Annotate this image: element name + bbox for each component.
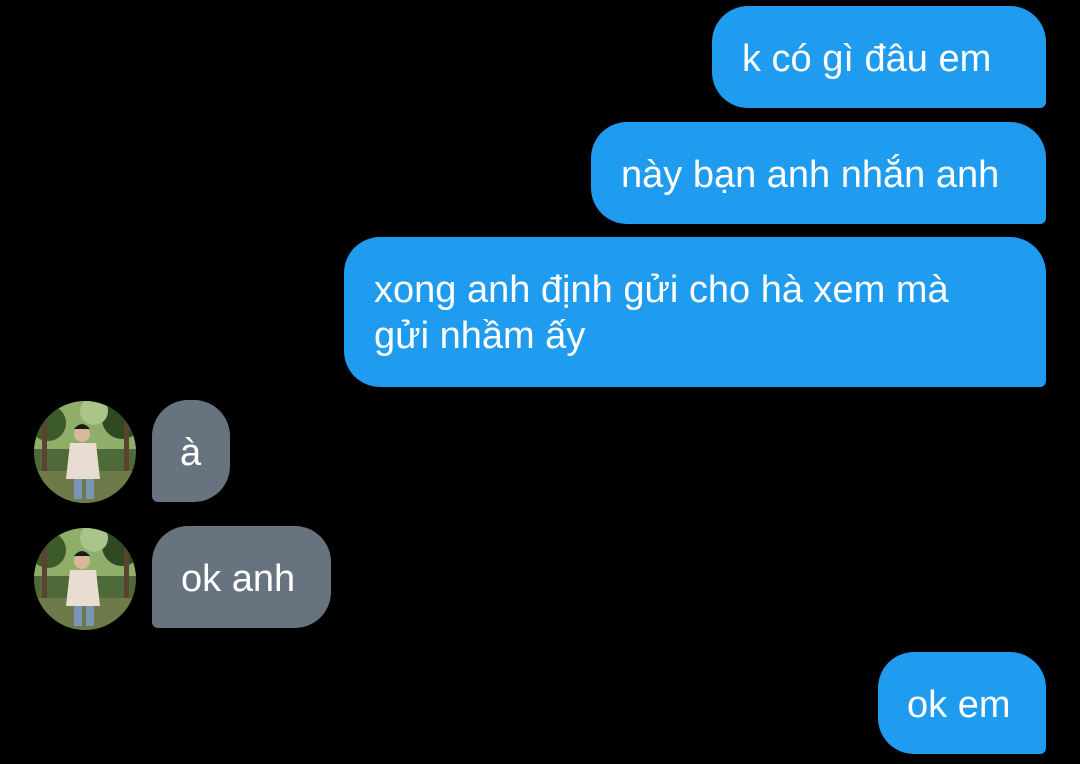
outgoing-message-bubble[interactable]: này bạn anh nhắn anh	[591, 122, 1046, 224]
avatar-photo	[34, 401, 136, 503]
chat-thread: k có gì đâu em này bạn anh nhắn anh xong…	[0, 0, 1080, 764]
avatar-photo	[34, 528, 136, 630]
incoming-message-bubble[interactable]: ok anh	[152, 526, 331, 628]
outgoing-message-bubble[interactable]: ok em	[878, 652, 1046, 754]
contact-avatar[interactable]	[34, 528, 136, 630]
outgoing-message-bubble[interactable]: xong anh định gửi cho hà xem mà gửi nhầm…	[344, 237, 1046, 387]
outgoing-message-bubble[interactable]: k có gì đâu em	[712, 6, 1046, 108]
incoming-message-bubble[interactable]: à	[152, 400, 230, 502]
contact-avatar[interactable]	[34, 401, 136, 503]
